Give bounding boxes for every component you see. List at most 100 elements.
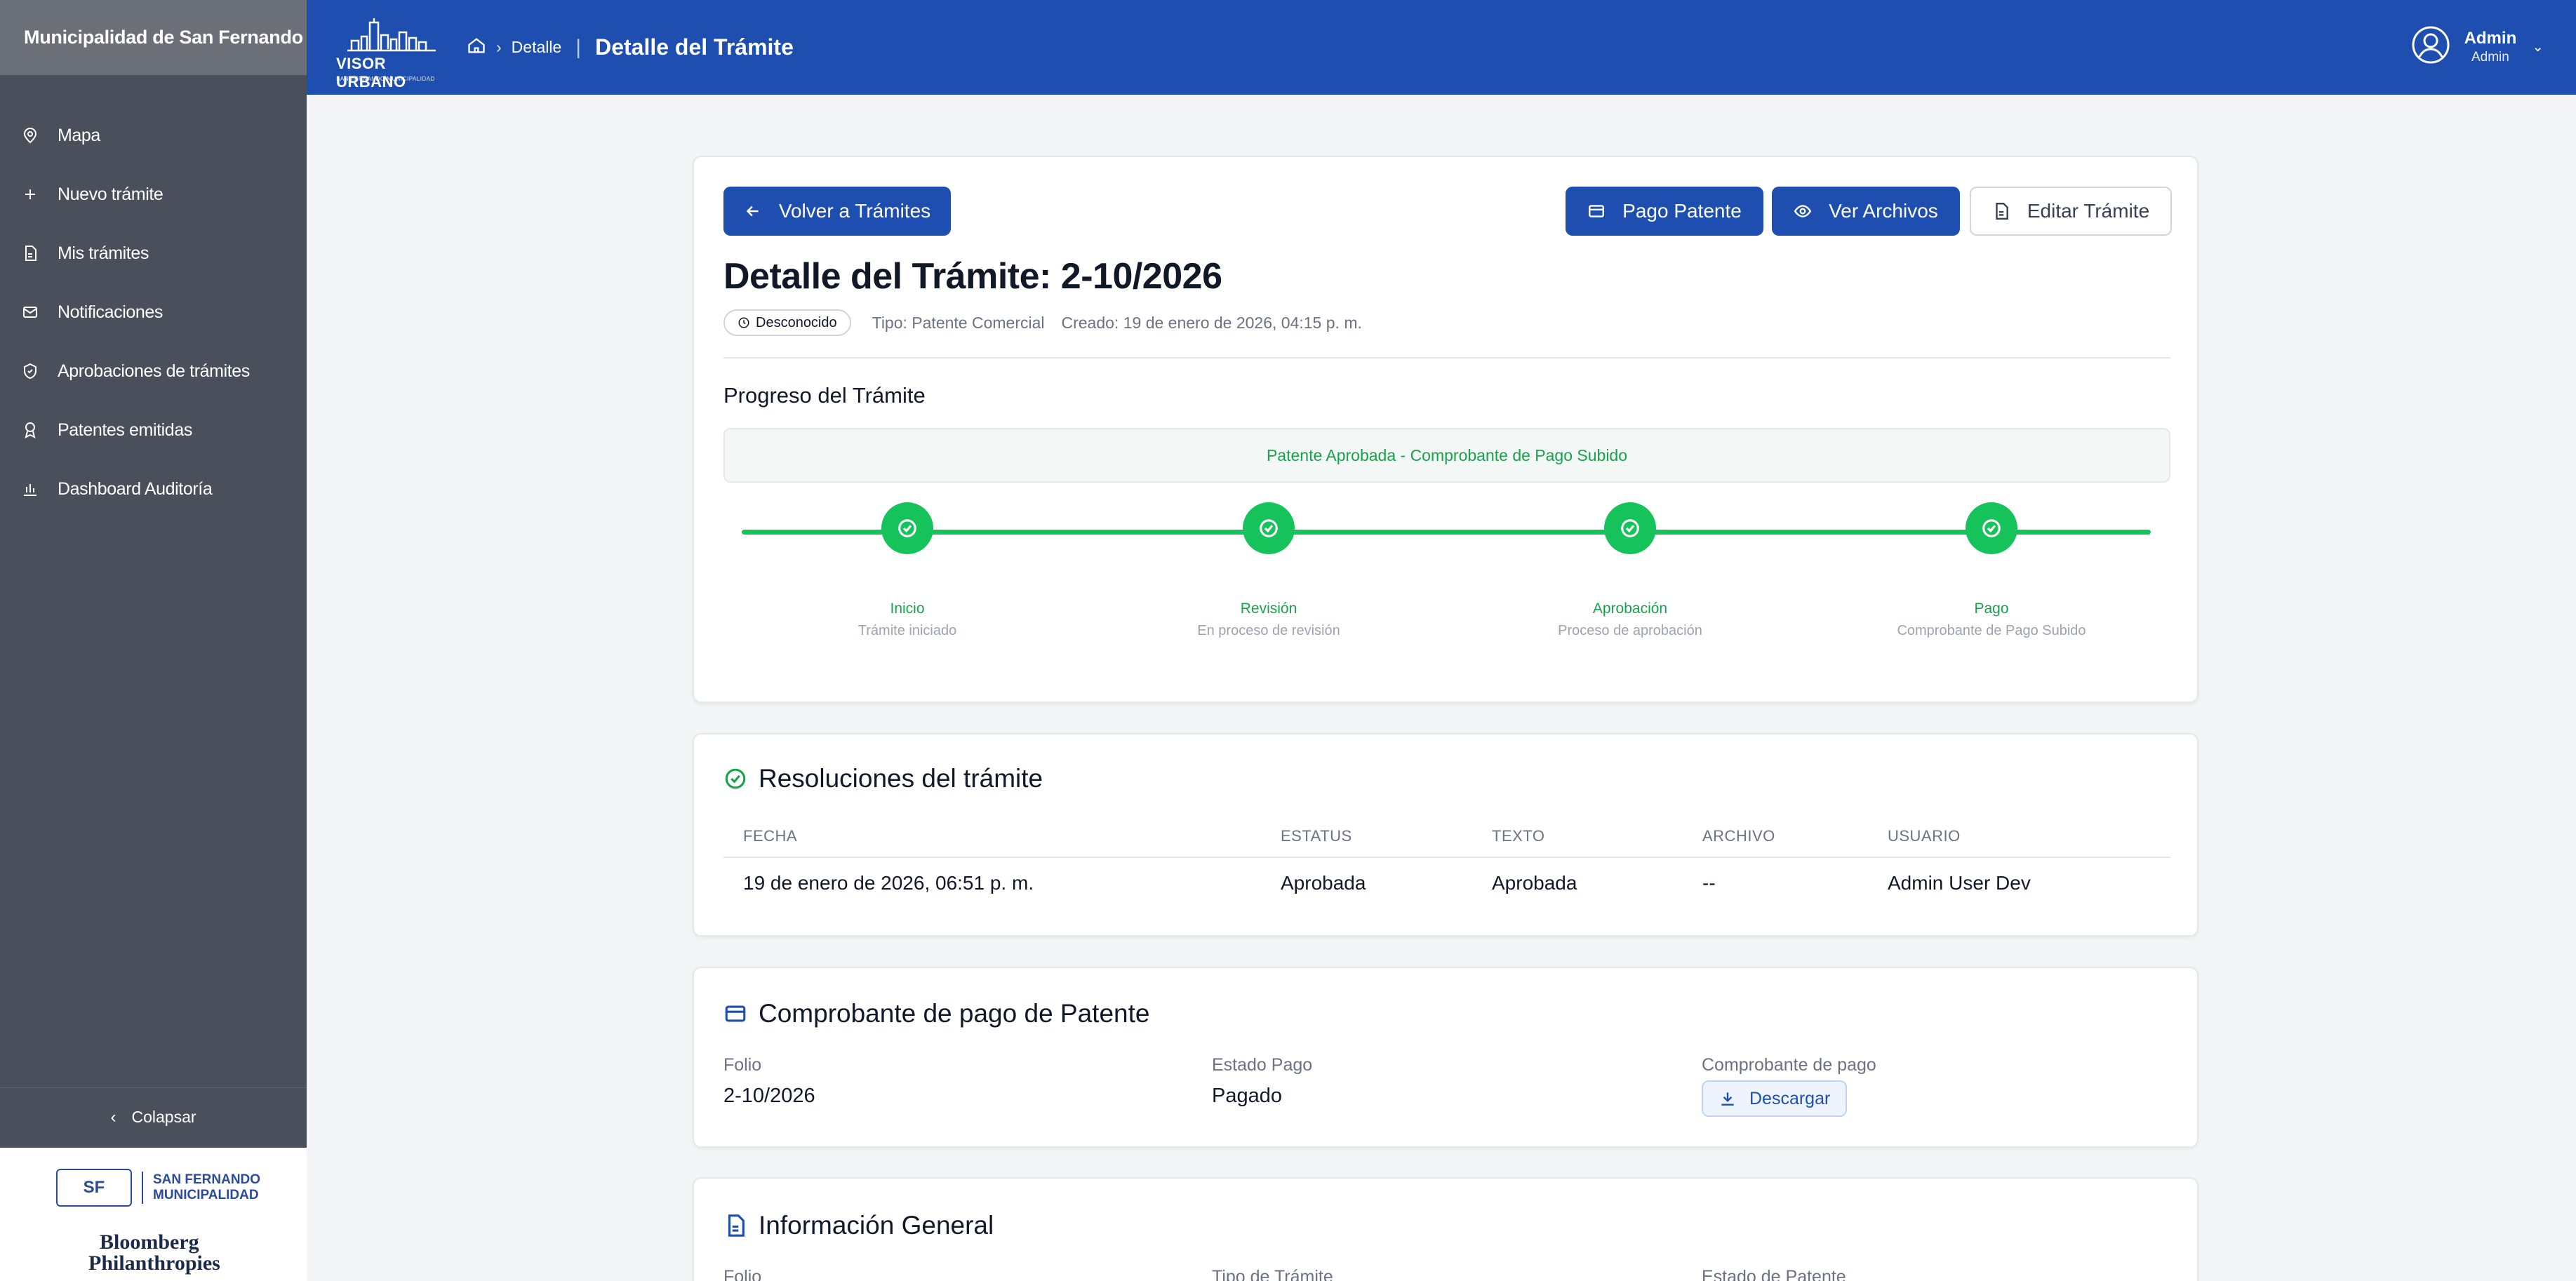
resolutions-title-text: Resoluciones del trámite <box>759 764 1043 793</box>
sidebar-item-label: Nuevo trámite <box>58 184 163 204</box>
column-header-usuario: USUARIO <box>1888 827 1961 845</box>
estado-pago-label: Estado Pago <box>1212 1055 1313 1075</box>
award-icon <box>21 421 39 439</box>
sidebar-nav: Mapa Nuevo trámite Mis trámites Notifica… <box>0 75 307 518</box>
progress-line <box>742 530 2151 535</box>
brand-subtitle: SAN FERNANDO MUNICIPALIDAD <box>336 76 435 82</box>
cell-estatus: Aprobada <box>1281 872 1366 894</box>
general-tipo-label: Tipo de Trámite <box>1212 1267 1333 1281</box>
city-skyline-icon <box>347 18 436 52</box>
tramite-title: Detalle del Trámite: 2-10/2026 <box>723 256 1222 297</box>
ver-archivos-button[interactable]: Ver Archivos <box>1772 187 1960 236</box>
download-label: Descargar <box>1749 1088 1831 1108</box>
download-receipt-button[interactable]: Descargar <box>1702 1080 1848 1117</box>
mail-icon <box>21 303 39 321</box>
collapse-label: Colapsar <box>131 1108 196 1126</box>
page-title: Detalle del Trámite <box>595 34 794 60</box>
sf-logo-text: SAN FERNANDO MUNICIPALIDAD <box>153 1172 260 1203</box>
chevron-down-icon: ⌄ <box>2532 39 2544 55</box>
user-menu[interactable]: Admin Admin ⌄ <box>2411 25 2544 68</box>
credit-card-icon <box>1589 205 1605 217</box>
sidebar-item-label: Aprobaciones de trámites <box>58 361 250 381</box>
payment-receipt-card: Comprobante de pago de Patente Folio 2-1… <box>693 967 2198 1148</box>
payment-title: Comprobante de pago de Patente <box>723 999 1149 1028</box>
back-to-tramites-button[interactable]: Volver a Trámites <box>723 187 951 236</box>
sidebar-item-patentes-emitidas[interactable]: Patentes emitidas <box>0 401 307 460</box>
pay-button-label: Pago Patente <box>1622 200 1742 222</box>
column-header-fecha: FECHA <box>743 827 798 845</box>
sidebar-item-label: Dashboard Auditoría <box>58 478 213 499</box>
files-button-label: Ver Archivos <box>1829 200 1938 222</box>
bloomberg-line1: Bloomberg <box>100 1230 199 1254</box>
tramite-detail-card: Volver a Trámites Pago Patente Ver Archi… <box>693 156 2198 703</box>
resolutions-title: Resoluciones del trámite <box>723 764 1043 793</box>
clock-icon <box>738 317 749 328</box>
comprobante-label: Comprobante de pago <box>1702 1055 1876 1075</box>
tramite-type: Tipo: Patente Comercial <box>872 313 1045 332</box>
document-icon <box>21 244 39 262</box>
bloomberg-line2: Philanthropies <box>88 1252 220 1275</box>
estado-pago-value: Pagado <box>1212 1085 1282 1107</box>
sidebar-item-mapa[interactable]: Mapa <box>0 106 307 165</box>
user-name: Admin <box>2464 28 2517 48</box>
step-aprobacion-check-icon <box>1604 502 1656 554</box>
sf-logo-line1: SAN FERNANDO <box>153 1172 261 1187</box>
folio-label: Folio <box>723 1055 762 1075</box>
sidebar-item-dashboard-auditoria[interactable]: Dashboard Auditoría <box>0 460 307 518</box>
column-header-texto: TEXTO <box>1492 827 1545 845</box>
sidebar-item-mis-tramites[interactable]: Mis trámites <box>0 224 307 283</box>
sidebar: Municipalidad de San Fernando Mapa Nuevo… <box>0 0 307 1281</box>
tramite-meta: Desconocido Tipo: Patente Comercial Crea… <box>723 309 1362 336</box>
step-description: Comprobante de Pago Subido <box>1897 623 2086 638</box>
chevron-left-icon: ‹ <box>110 1107 116 1127</box>
column-header-archivo: ARCHIVO <box>1702 827 1775 845</box>
cell-archivo: -- <box>1702 872 1716 894</box>
general-estado-label: Estado de Patente <box>1702 1267 1846 1281</box>
general-info-title-text: Información General <box>759 1211 994 1240</box>
breadcrumb: › Detalle | Detalle del Trámite <box>467 0 794 95</box>
divider <box>723 357 2170 358</box>
sidebar-item-nuevo-tramite[interactable]: Nuevo trámite <box>0 165 307 224</box>
arrow-left-icon <box>746 206 759 217</box>
progress-title: Progreso del Trámite <box>723 383 926 408</box>
sidebar-org-name: Municipalidad de San Fernando <box>0 0 307 75</box>
logo-separator <box>142 1172 143 1204</box>
sidebar-item-label: Patentes emitidas <box>58 420 192 440</box>
editar-tramite-button[interactable]: Editar Trámite <box>1970 187 2172 236</box>
sidebar-item-aprobaciones[interactable]: Aprobaciones de trámites <box>0 342 307 401</box>
back-button-label: Volver a Trámites <box>778 200 931 222</box>
user-role: Admin <box>2471 49 2509 65</box>
breadcrumb-detail[interactable]: Detalle <box>512 38 562 57</box>
general-folio-label: Folio <box>723 1267 762 1281</box>
sf-seal-icon: SF <box>56 1169 132 1207</box>
sidebar-item-notificaciones[interactable]: Notificaciones <box>0 283 307 342</box>
general-info-title: Información General <box>723 1211 994 1240</box>
download-icon <box>1721 1092 1734 1106</box>
user-avatar-icon <box>2411 25 2450 68</box>
sidebar-collapse-button[interactable]: ‹ Colapsar <box>0 1087 307 1146</box>
progress-status-banner: Patente Aprobada - Comprobante de Pago S… <box>723 428 2170 483</box>
top-bar: VISOR URBANO SAN FERNANDO MUNICIPALIDAD … <box>307 0 2576 95</box>
map-pin-icon <box>21 126 39 145</box>
plus-icon <box>21 185 39 203</box>
breadcrumb-divider: | <box>575 35 582 59</box>
sponsor-logos: SF SAN FERNANDO MUNICIPALIDAD Bloomberg … <box>0 1148 307 1281</box>
home-icon[interactable] <box>467 36 486 60</box>
san-fernando-logo: SF SAN FERNANDO MUNICIPALIDAD <box>56 1169 260 1207</box>
step-description: Trámite iniciado <box>857 623 957 638</box>
payment-title-text: Comprobante de pago de Patente <box>759 999 1150 1028</box>
document-icon <box>728 1214 745 1237</box>
eye-icon <box>1794 205 1812 217</box>
sidebar-item-label: Mis trámites <box>58 243 149 263</box>
user-names: Admin Admin <box>2464 29 2517 65</box>
bar-chart-icon <box>21 480 39 498</box>
step-inicio-check-icon <box>881 502 933 554</box>
brand-title: VISOR URBANO <box>336 55 406 90</box>
visor-urbano-logo[interactable]: VISOR URBANO SAN FERNANDO MUNICIPALIDAD <box>336 15 448 90</box>
cell-texto: Aprobada <box>1492 872 1577 894</box>
pago-patente-button[interactable]: Pago Patente <box>1566 187 1763 236</box>
resolutions-card: Resoluciones del trámite FECHA ESTATUS T… <box>693 733 2198 937</box>
tramite-created: Creado: 19 de enero de 2026, 04:15 p. m. <box>1061 313 1362 332</box>
table-header-divider <box>723 857 2170 858</box>
status-badge: Desconocido <box>723 309 851 336</box>
